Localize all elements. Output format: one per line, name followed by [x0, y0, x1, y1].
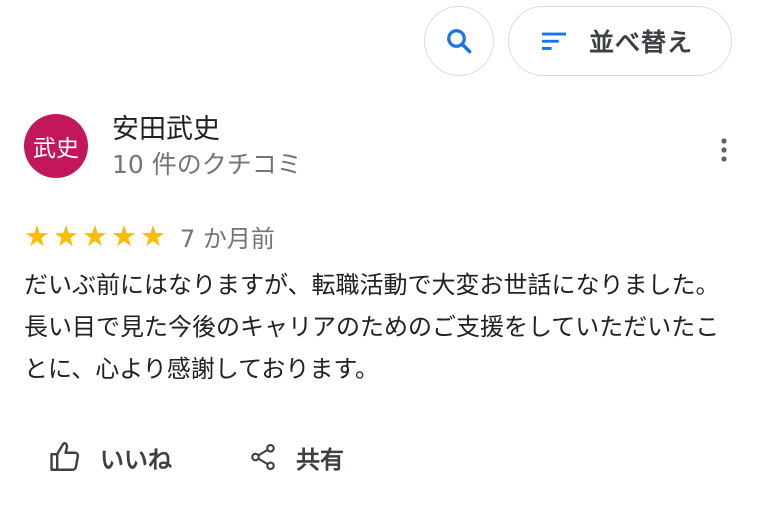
author-name[interactable]: 安田武史 — [112, 112, 302, 148]
star-icon: ★ — [111, 219, 137, 253]
review-header: 武史 安田武史 10 件のクチコミ — [24, 112, 730, 182]
author-info: 安田武史 10 件のクチコミ — [112, 112, 302, 182]
more-vert-icon — [721, 138, 727, 162]
sort-icon — [541, 32, 566, 50]
star-icon: ★ — [53, 219, 79, 253]
review-date: 7 か月前 — [180, 224, 275, 253]
star-rating: ★ ★ ★ ★ ★ — [24, 220, 166, 252]
like-button[interactable]: いいね — [48, 432, 172, 482]
review-card: 武史 安田武史 10 件のクチコミ ★ ★ ★ ★ ★ 7 か月前 だいぶ前には… — [24, 112, 730, 390]
rating-row: ★ ★ ★ ★ ★ 7 か月前 — [24, 218, 730, 254]
more-options-button[interactable] — [708, 134, 740, 166]
star-icon: ★ — [24, 219, 50, 253]
like-label: いいね — [100, 445, 172, 474]
search-icon — [447, 29, 472, 54]
avatar[interactable]: 武史 — [24, 114, 88, 178]
review-text: だいぶ前にはなりますが、転職活動で大変お世話になりました。長い目で見た今後のキャ… — [24, 271, 720, 383]
share-label: 共有 — [296, 445, 344, 474]
share-icon — [251, 443, 275, 471]
star-icon: ★ — [140, 219, 166, 253]
sort-button[interactable]: 並べ替え — [508, 6, 732, 76]
search-reviews-button[interactable] — [424, 6, 494, 76]
share-button[interactable]: 共有 — [248, 432, 344, 482]
review-actions: いいね 共有 — [48, 432, 344, 482]
star-icon: ★ — [82, 219, 108, 253]
sort-label: 並べ替え — [588, 28, 693, 57]
review-toolbar: 並べ替え — [424, 6, 732, 76]
author-review-count: 10 件のクチコミ — [112, 150, 302, 179]
thumb-up-icon — [50, 442, 80, 471]
